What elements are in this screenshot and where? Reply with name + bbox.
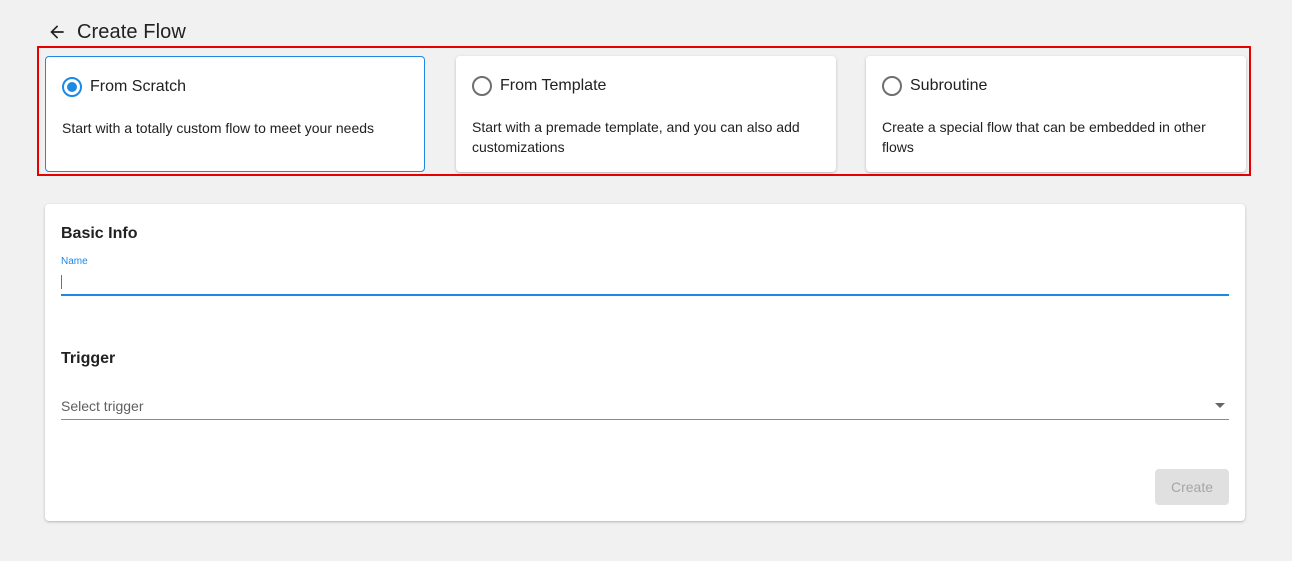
arrow-left-icon (50, 25, 64, 39)
trigger-title: Trigger (61, 350, 116, 367)
trigger-select[interactable]: Select trigger (61, 392, 1229, 420)
option-title: From Template (500, 77, 607, 94)
basic-info-title: Basic Info (61, 225, 138, 242)
subroutine-radio[interactable] (882, 76, 902, 96)
option-card-from-template[interactable]: From Template Start with a premade templ… (456, 56, 836, 172)
back-button[interactable] (45, 20, 69, 44)
dropdown-arrow-icon[interactable] (1215, 403, 1225, 408)
create-button[interactable]: Create (1155, 469, 1229, 505)
option-card-subroutine[interactable]: Subroutine Create a special flow that ca… (866, 56, 1246, 172)
page-header: Create Flow (45, 18, 186, 46)
from-scratch-radio[interactable] (62, 77, 82, 97)
option-title: From Scratch (90, 78, 187, 95)
text-cursor (61, 275, 62, 289)
page-title: Create Flow (77, 20, 186, 43)
option-description: Start with a premade template, and you c… (472, 119, 800, 155)
name-input[interactable] (61, 270, 1229, 296)
flow-form-card: Basic Info Name Trigger Select trigger C… (45, 204, 1245, 521)
option-card-from-scratch[interactable]: From Scratch Start with a totally custom… (45, 56, 425, 172)
from-template-radio[interactable] (472, 76, 492, 96)
name-label: Name (61, 256, 88, 267)
option-title: Subroutine (910, 77, 988, 94)
option-description: Start with a totally custom flow to meet… (62, 120, 375, 136)
option-description: Create a special flow that can be embedd… (882, 119, 1206, 155)
trigger-placeholder: Select trigger (61, 398, 144, 414)
